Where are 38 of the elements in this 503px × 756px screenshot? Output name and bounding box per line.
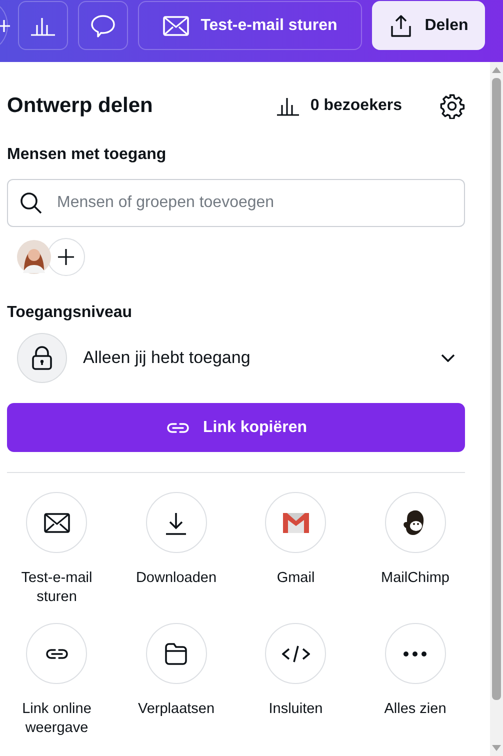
lock-icon — [17, 333, 67, 383]
share-option[interactable]: Link online weergave — [0, 623, 116, 738]
envelope-icon — [162, 16, 189, 36]
share-option[interactable]: Verplaatsen — [116, 623, 236, 738]
download-icon — [164, 510, 188, 534]
share-option[interactable]: Downloaden — [116, 492, 236, 607]
chevron-down-icon — [441, 354, 455, 362]
panel-title: Ontwerp delen — [7, 94, 154, 118]
folder-icon — [165, 642, 188, 664]
share-option[interactable]: Gmail — [236, 492, 356, 607]
copy-link-button[interactable]: Link kopiëren — [7, 403, 465, 452]
share-option[interactable]: Alles zien — [356, 623, 475, 738]
bar-chart-icon — [276, 96, 300, 116]
share-button[interactable]: Delen — [372, 1, 485, 50]
upload-icon — [388, 14, 413, 38]
settings-icon[interactable] — [439, 93, 465, 119]
test-email-button[interactable]: Test-e-mail sturen — [138, 1, 362, 50]
plus-icon — [58, 249, 74, 265]
code-icon — [282, 644, 310, 662]
plus-icon — [0, 20, 10, 32]
access-level-dropdown[interactable]: Alleen jij hebt toegang — [7, 332, 465, 384]
gmail-icon — [282, 512, 310, 534]
speech-bubble-icon — [90, 12, 116, 38]
share-option[interactable]: Test-e-mail sturen — [0, 492, 116, 607]
section-heading: Mensen met toegang — [7, 146, 168, 164]
comment-button[interactable] — [78, 1, 128, 50]
search-field[interactable]: Mensen of groepen toevoegen — [7, 179, 465, 227]
add-person-button[interactable] — [47, 238, 85, 276]
search-icon — [19, 191, 43, 215]
avatar — [17, 240, 51, 274]
visitors-button[interactable]: 0 bezoekers — [276, 96, 402, 116]
insights-button[interactable] — [18, 1, 68, 50]
section-heading: Toegangsniveau — [7, 304, 134, 322]
share-option[interactable]: Insluiten — [236, 623, 356, 738]
bar-chart-icon — [30, 16, 56, 36]
more-icon — [403, 650, 428, 656]
share-option[interactable]: MailChimp — [356, 492, 475, 607]
envelope-icon — [44, 512, 70, 532]
